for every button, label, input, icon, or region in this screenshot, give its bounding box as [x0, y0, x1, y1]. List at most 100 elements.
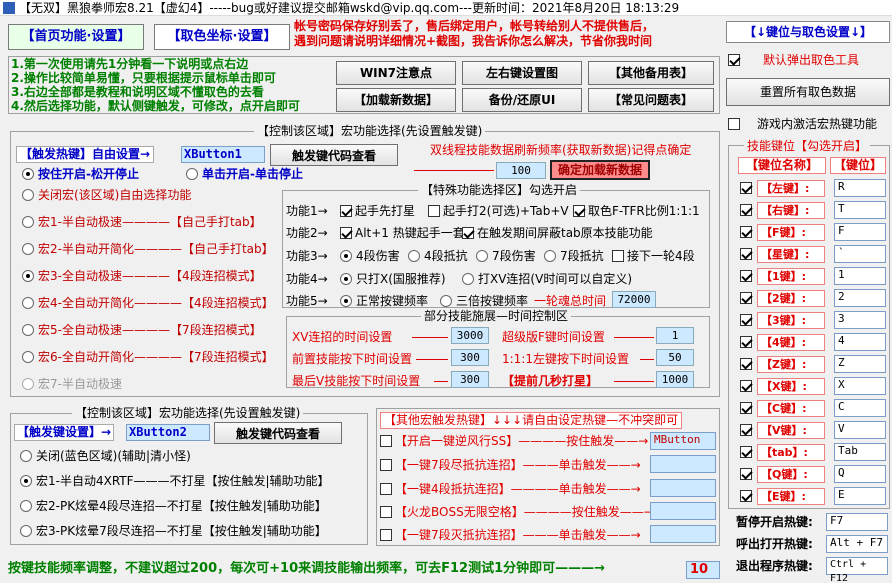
key-input[interactable]: R	[834, 179, 886, 197]
checkbox-checked-icon[interactable]	[740, 248, 752, 260]
macro-option-1[interactable]: 宏1-半自动极速————【自己手打tab】	[22, 215, 262, 230]
key-input[interactable]: 3	[834, 311, 886, 329]
load-new-data-button[interactable]: 【加载新数据】	[336, 88, 456, 112]
f1-opt-a[interactable]: 起手先打星	[340, 204, 415, 219]
f3-opt-a[interactable]: 4段伤害	[340, 249, 400, 264]
key-input[interactable]: T	[834, 201, 886, 219]
f4-opt-b[interactable]: 打XV连招(V时间可以自定义)	[462, 272, 632, 287]
confirm-load-button[interactable]: 确定加载新数据	[550, 160, 650, 180]
checkbox-checked-icon[interactable]	[740, 292, 752, 304]
other-hotkey-input-3[interactable]	[650, 502, 716, 520]
macro-option-7[interactable]: 宏7-半自动极速	[22, 377, 122, 392]
macro-name: 宏1-半自动极速————	[38, 215, 170, 229]
f2-opt-b[interactable]: 在触发期间屏蔽tab原本技能功能	[462, 226, 653, 241]
f4-opt-a[interactable]: 只打X(国服推荐)	[340, 272, 446, 287]
exit-hotkey-input[interactable]: Ctrl + F12	[826, 557, 888, 583]
macro-option-6[interactable]: 宏6-全自动开简化————【7段连招模式】	[22, 350, 274, 365]
f1-opt-c[interactable]: 取色F-TFR比例1:1:1	[573, 204, 700, 219]
key-input[interactable]: Z	[834, 355, 886, 373]
checkbox-checked-icon[interactable]	[740, 270, 752, 282]
other-hotkey-0[interactable]: 【开启一键逆风行SS】————按住触发——→	[380, 434, 648, 449]
f1-opt-b[interactable]: 起手打2(可选)+Tab+V	[428, 204, 569, 219]
g2-option-0[interactable]: 关闭(蓝色区域)(辅助|清小怪)	[20, 449, 191, 464]
pause-hotkey-input[interactable]: F7	[826, 513, 888, 531]
macro-option-2[interactable]: 宏2-半自动开简化————【自己手打tab】	[22, 242, 274, 257]
win7-notes-button[interactable]: WIN7注意点	[336, 61, 456, 85]
auto-popup-checkbox[interactable]: 默认弹出取色工具	[728, 53, 859, 68]
key-input[interactable]: 2	[834, 289, 886, 307]
mode-hold-radio[interactable]: 按住开启-松开停止	[22, 167, 139, 182]
checkbox-checked-icon[interactable]	[740, 468, 752, 480]
checkbox-checked-icon[interactable]	[740, 446, 752, 458]
checkbox-checked-icon[interactable]	[740, 226, 752, 238]
show-hotkey-input[interactable]: Alt + F7	[826, 535, 888, 553]
ratio-input[interactable]: 50	[656, 349, 694, 366]
key-input[interactable]: Q	[834, 465, 886, 483]
g2-option-2[interactable]: 宏2-PK炫晕4段尽连招—不打星【按住触发|辅助功能】	[20, 499, 327, 514]
f2-opt-a[interactable]: Alt+1 热键起手一套	[340, 226, 465, 241]
other-hotkey-4[interactable]: 【一键7段灭抵抗连招】———单击触发——→	[380, 528, 641, 543]
star-early-input[interactable]: 1000	[656, 371, 694, 388]
f3-opt-c[interactable]: 7段伤害	[476, 249, 536, 264]
macro-option-3[interactable]: 宏3-全自动极速————【4段连招模式】	[22, 269, 262, 284]
other-hotkey-2[interactable]: 【一键4段抵抗连招】————单击触发——→	[380, 482, 641, 497]
last-time-input[interactable]: 300	[451, 371, 489, 388]
refresh-rate-input[interactable]: 100	[496, 162, 546, 179]
g2-option-1[interactable]: 宏1-半自动4XRTF———不打星【按住触发|辅助功能】	[20, 474, 330, 489]
f3-opt-e[interactable]: 接下一轮4段	[612, 249, 695, 264]
other-hotkey-input-0[interactable]: MButton	[650, 432, 716, 450]
view-trigger-code-button-2[interactable]: 触发键代码查看	[214, 422, 342, 444]
checkbox-checked-icon[interactable]	[740, 424, 752, 436]
lr-key-setup-button[interactable]: 左右键设置图	[462, 61, 582, 85]
mode-click-radio[interactable]: 单击开启-单击停止	[186, 167, 303, 182]
macro-option-0[interactable]: 关闭宏(该区域)自由选择功能	[22, 188, 191, 203]
key-input[interactable]: `	[834, 245, 886, 263]
other-hotkey-input-2[interactable]	[650, 479, 716, 497]
trigger-key-input-1[interactable]: XButton1	[181, 146, 265, 163]
reset-color-data-button[interactable]: 重置所有取色数据	[726, 78, 890, 106]
xv-time-input[interactable]: 3000	[451, 327, 489, 344]
checkbox-checked-icon[interactable]	[740, 490, 752, 502]
macro-name: 宏5-全自动极速————	[38, 323, 170, 337]
faq-table-button[interactable]: 【常见问题表】	[588, 88, 714, 112]
ingame-activate-checkbox[interactable]: 游戏内激活宏热键功能	[728, 117, 877, 132]
pre-time-input[interactable]: 300	[451, 349, 489, 366]
other-hotkey-input-4[interactable]	[650, 525, 716, 543]
tab-pick-coords[interactable]: 【取色坐标·设置】	[154, 24, 290, 50]
f5-total-input[interactable]: 72000	[612, 291, 656, 308]
backup-restore-button[interactable]: 备份/还原UI	[462, 88, 582, 112]
f3-opt-b[interactable]: 4段抵抗	[408, 249, 468, 264]
key-input[interactable]: Tab	[834, 443, 886, 461]
macro-option-4[interactable]: 宏4-全自动开简化————【4段连招模式】	[22, 296, 274, 311]
other-backup-table-button[interactable]: 【其他备用表】	[588, 61, 714, 85]
f5-opt-a[interactable]: 正常按键频率	[340, 294, 428, 309]
key-input[interactable]: E	[834, 487, 886, 505]
key-input[interactable]: X	[834, 377, 886, 395]
key-input[interactable]: F	[834, 223, 886, 241]
other-hotkey-3[interactable]: 【火龙BOSS无限空格】————按住触发——→	[380, 505, 654, 520]
checkbox-checked-icon[interactable]	[740, 182, 752, 194]
f5-opt-b[interactable]: 三倍按键频率	[440, 294, 528, 309]
view-trigger-code-button-1[interactable]: 触发键代码查看	[270, 144, 398, 166]
macro-option-5[interactable]: 宏5-全自动极速————【7段连招模式】	[22, 323, 262, 338]
checkbox-checked-icon[interactable]	[740, 336, 752, 348]
other-hotkey-1[interactable]: 【一键7段尽抵抗连招】———单击触发——→	[380, 458, 641, 473]
f3-opt-d[interactable]: 7段抵抗	[544, 249, 604, 264]
checkbox-checked-icon[interactable]	[740, 314, 752, 326]
g2-option-3[interactable]: 宏3-PK炫晕7段尽连招—不打星【按住触发|辅助功能】	[20, 524, 327, 539]
radio-icon	[22, 189, 34, 201]
trigger-key-input-2[interactable]: XButton2	[126, 424, 210, 441]
last-time-label: 最后V技能按下时间设置	[292, 374, 421, 388]
key-input[interactable]: V	[834, 421, 886, 439]
key-input[interactable]: 1	[834, 267, 886, 285]
checkbox-checked-icon[interactable]	[740, 358, 752, 370]
frequency-input[interactable]: 10	[686, 561, 720, 579]
tab-home[interactable]: 【首页功能·设置】	[8, 24, 144, 50]
checkbox-checked-icon[interactable]	[740, 402, 752, 414]
checkbox-checked-icon[interactable]	[740, 380, 752, 392]
checkbox-checked-icon[interactable]	[740, 204, 752, 216]
key-input[interactable]: C	[834, 399, 886, 417]
super-f-input[interactable]: 1	[656, 327, 694, 344]
other-hotkey-input-1[interactable]	[650, 455, 716, 473]
key-input[interactable]: 4	[834, 333, 886, 351]
